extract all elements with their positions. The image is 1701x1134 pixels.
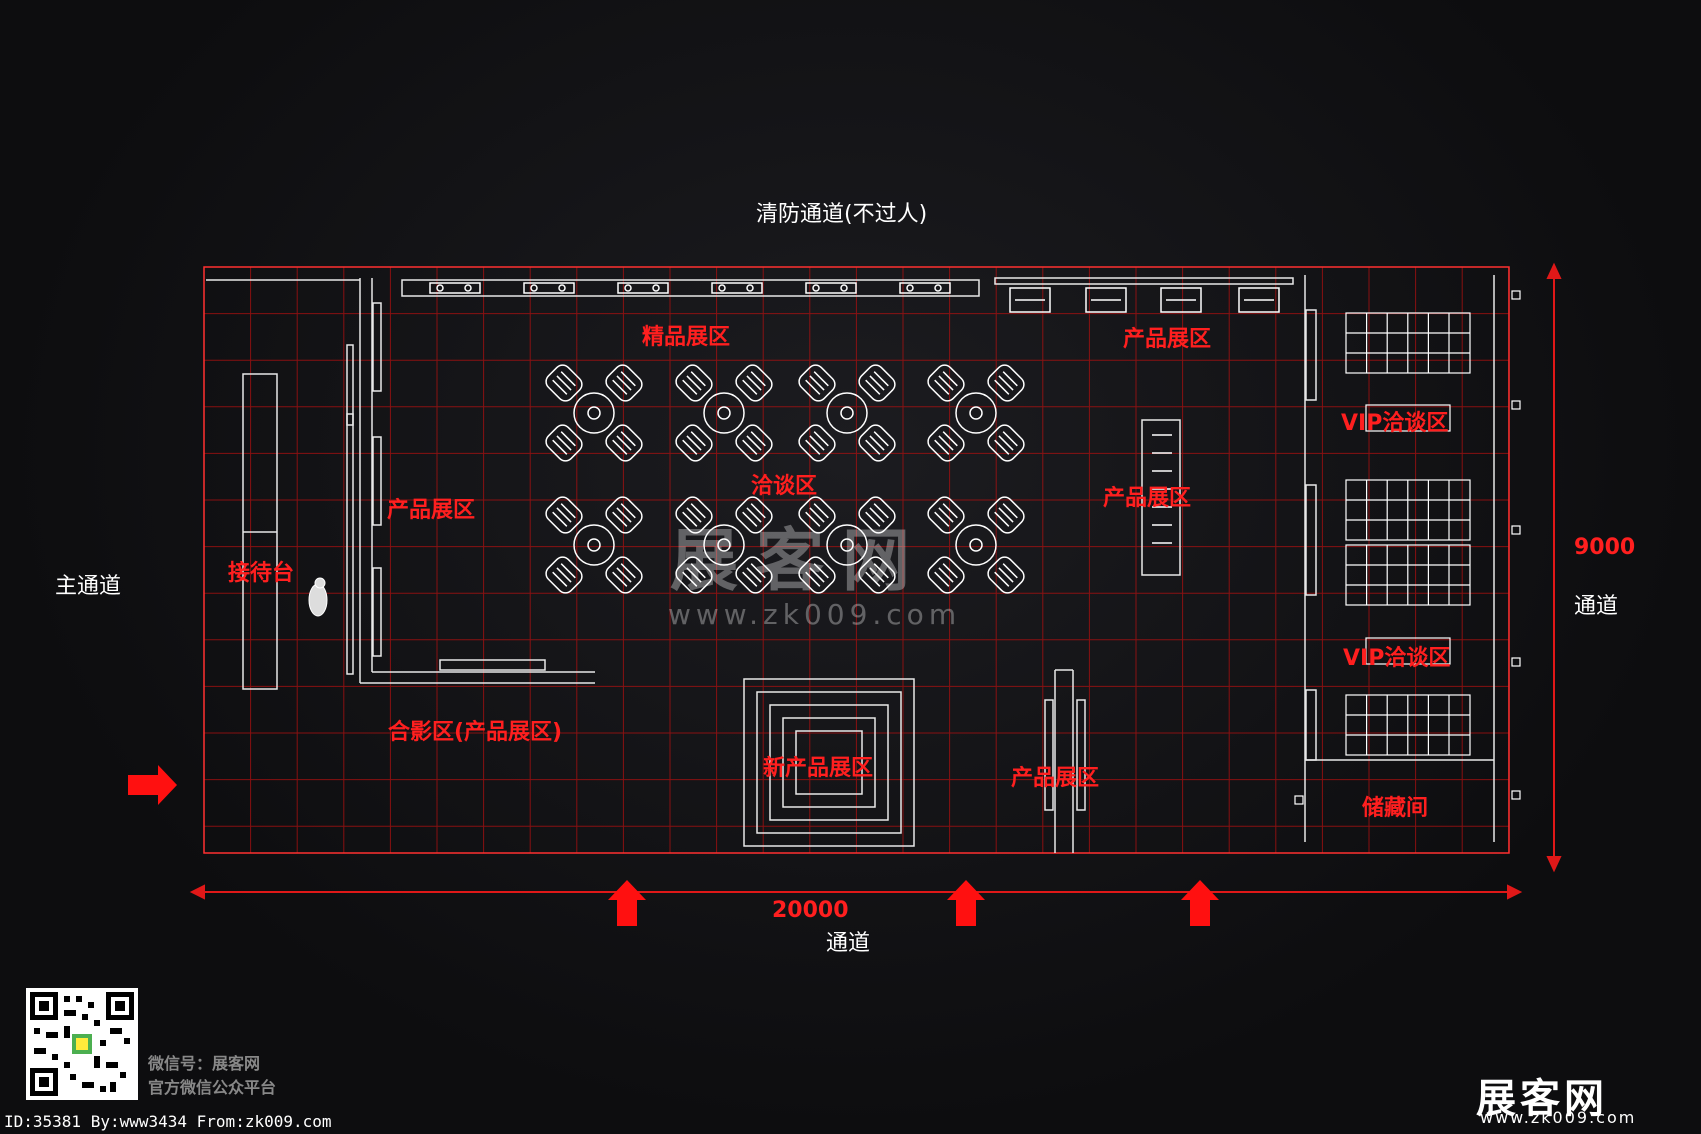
depth-dimension: 9000 [1574, 535, 1636, 560]
zone-product-bottom: 产品展区 [1011, 766, 1100, 791]
table-set [927, 496, 1025, 594]
arrow-bottom-1 [608, 880, 646, 926]
zone-storage: 储藏间 [1362, 796, 1429, 821]
image-id-line: ID:35381 By:www3434 From:zk009.com [4, 1112, 332, 1131]
main-aisle-label: 主通道 [55, 574, 122, 599]
table-set [545, 364, 643, 462]
watermark-logo: 展客网 [670, 521, 929, 601]
track-lights [429, 282, 951, 294]
sofa [1345, 694, 1471, 756]
watermark-url: www.zk009.com [668, 598, 962, 631]
zone-premium: 精品展区 [642, 325, 731, 350]
width-dimension: 20000 [772, 898, 849, 923]
zone-reception: 接待台 [228, 561, 295, 586]
zone-vip-1: VIP洽谈区 [1341, 411, 1449, 436]
table-set [927, 364, 1025, 462]
table-set [798, 364, 896, 462]
brand-url: www.zk009.com [1480, 1108, 1637, 1127]
bottom-aisle-label: 通道 [826, 931, 871, 956]
right-aisle-label: 通道 [1574, 594, 1619, 619]
table-set [675, 364, 773, 462]
zone-negotiation: 洽谈区 [751, 474, 818, 499]
arrow-bottom-3 [1181, 880, 1219, 926]
qr-code [26, 988, 138, 1100]
wechat-account: 微信号：展客网 [148, 1054, 261, 1073]
zone-vip-2: VIP洽谈区 [1343, 646, 1451, 671]
vip-sofas [1345, 312, 1471, 756]
qr-pattern [30, 992, 134, 1096]
sofa [1345, 544, 1471, 606]
zone-product-left: 产品展区 [387, 498, 476, 523]
sofa [1345, 312, 1471, 374]
zone-product-top-right: 产品展区 [1123, 327, 1212, 352]
wechat-description: 官方微信公众平台 [148, 1078, 277, 1097]
zone-product-mid-right: 产品展区 [1103, 486, 1192, 511]
receptionist-figure [308, 577, 328, 617]
sofa [1345, 479, 1471, 541]
table-set [545, 496, 643, 594]
arrow-bottom-2 [947, 880, 985, 926]
zone-photo: 合影区(产品展区) [388, 720, 563, 745]
arrow-left-entrance [128, 765, 177, 805]
zone-new-product: 新产品展区 [763, 756, 874, 781]
display-cases [1009, 287, 1280, 313]
top-aisle-label: 清防通道(不过人) [756, 202, 928, 227]
